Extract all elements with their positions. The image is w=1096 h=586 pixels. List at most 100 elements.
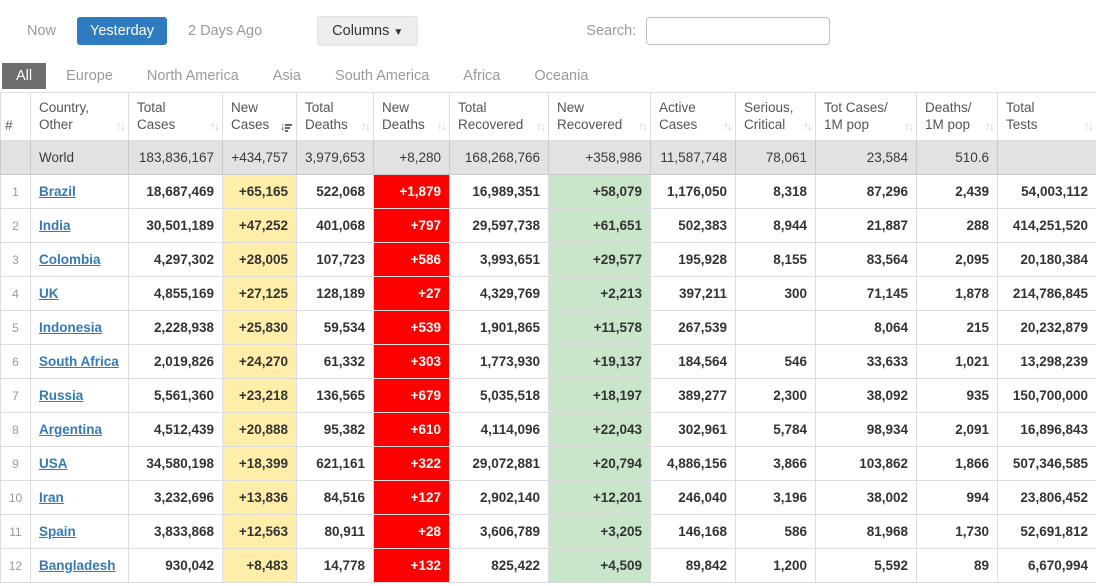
country-link[interactable]: Brazil <box>39 184 76 199</box>
cell-total_cases: 3,833,868 <box>129 515 223 549</box>
cell-active_cases: 4,886,156 <box>651 447 736 481</box>
country-link[interactable]: Argentina <box>39 422 102 437</box>
cell-new_cases: +20,888 <box>223 413 297 447</box>
cell-total_tests: 52,691,812 <box>998 515 1096 549</box>
column-header-new_deaths[interactable]: NewDeaths↑↓ <box>374 93 450 141</box>
cell-serious_critical: 3,196 <box>736 481 816 515</box>
column-header-cases_per_1m[interactable]: Tot Cases/1M pop↑↓ <box>816 93 917 141</box>
cell-total_recovered: 4,114,096 <box>450 413 549 447</box>
sort-icon[interactable]: ↑↓ <box>985 120 993 132</box>
time-filter-2-days-ago[interactable]: 2 Days Ago <box>175 17 275 45</box>
column-header-deaths_per_1m[interactable]: Deaths/1M pop↑↓ <box>917 93 998 141</box>
sort-desc-active-icon[interactable]: ↓ <box>280 120 292 132</box>
cell-active_cases: 146,168 <box>651 515 736 549</box>
country-link[interactable]: UK <box>39 286 59 301</box>
cell-new_recovered: +58,079 <box>549 175 651 209</box>
cell-new_recovered: +22,043 <box>549 413 651 447</box>
search-input[interactable] <box>646 17 830 45</box>
cell-total_cases: 30,501,189 <box>129 209 223 243</box>
table-row: 4UK4,855,169+27,125128,189+274,329,769+2… <box>1 277 1096 311</box>
cell-active_cases: 1,176,050 <box>651 175 736 209</box>
column-header-country[interactable]: Country,Other↑↓ <box>31 93 129 141</box>
country-link[interactable]: Russia <box>39 388 83 403</box>
cell-total_tests: 16,896,843 <box>998 413 1096 447</box>
sort-icon[interactable]: ↑↓ <box>210 120 218 132</box>
cell-new_cases: +18,399 <box>223 447 297 481</box>
cell-serious_critical: 586 <box>736 515 816 549</box>
cell-new_recovered: +11,578 <box>549 311 651 345</box>
cell-serious_critical: 300 <box>736 277 816 311</box>
sort-icon[interactable]: ↑↓ <box>116 120 124 132</box>
table-row: 9USA34,580,198+18,399621,161+32229,072,8… <box>1 447 1096 481</box>
tab-asia[interactable]: Asia <box>259 63 315 89</box>
cell-active_cases: 89,842 <box>651 549 736 583</box>
cell-total_deaths: 14,778 <box>297 549 374 583</box>
cell-rank: 1 <box>1 175 31 209</box>
sort-icon[interactable]: ↑↓ <box>904 120 912 132</box>
sort-icon[interactable]: ↑↓ <box>638 120 646 132</box>
country-link[interactable]: Iran <box>39 490 64 505</box>
cell-new_deaths: +679 <box>374 379 450 413</box>
tab-europe[interactable]: Europe <box>52 63 127 89</box>
cell-new_recovered: +19,137 <box>549 345 651 379</box>
cell-new_deaths: +797 <box>374 209 450 243</box>
sort-icon[interactable]: ↑↓ <box>361 120 369 132</box>
cell-cases_per_1m: 38,002 <box>816 481 917 515</box>
column-header-new_recovered[interactable]: NewRecovered↑↓ <box>549 93 651 141</box>
cell-total_deaths: 621,161 <box>297 447 374 481</box>
cell-rank: 7 <box>1 379 31 413</box>
cell-total_recovered: 4,329,769 <box>450 277 549 311</box>
tab-all[interactable]: All <box>2 63 46 89</box>
cell-total_tests: 414,251,520 <box>998 209 1096 243</box>
sort-icon[interactable]: ↑↓ <box>1084 120 1092 132</box>
cell-new_deaths: +132 <box>374 549 450 583</box>
column-header-active_cases[interactable]: ActiveCases↑↓ <box>651 93 736 141</box>
country-link[interactable]: South Africa <box>39 354 119 369</box>
column-header-total_deaths[interactable]: TotalDeaths↑↓ <box>297 93 374 141</box>
country-link[interactable]: Indonesia <box>39 320 102 335</box>
country-link[interactable]: Spain <box>39 524 76 539</box>
cell-deaths_per_1m: 1,878 <box>917 277 998 311</box>
country-link[interactable]: Colombia <box>39 252 101 267</box>
column-header-total_tests[interactable]: TotalTests↑↓ <box>998 93 1096 141</box>
cell-total_tests <box>998 141 1096 175</box>
cell-total_recovered: 3,606,789 <box>450 515 549 549</box>
cell-new_recovered: +20,794 <box>549 447 651 481</box>
cell-deaths_per_1m: 510.6 <box>917 141 998 175</box>
cell-deaths_per_1m: 1,021 <box>917 345 998 379</box>
sort-icon[interactable]: ↑↓ <box>803 120 811 132</box>
cell-total_deaths: 107,723 <box>297 243 374 277</box>
columns-dropdown-button[interactable]: Columns▼ <box>317 16 418 46</box>
cell-new_cases: +47,252 <box>223 209 297 243</box>
time-filter-yesterday[interactable]: Yesterday <box>77 17 167 45</box>
cell-new_deaths: +28 <box>374 515 450 549</box>
tab-africa[interactable]: Africa <box>449 63 514 89</box>
cell-country: Spain <box>31 515 129 549</box>
cell-new_cases: +27,125 <box>223 277 297 311</box>
country-link[interactable]: India <box>39 218 71 233</box>
cell-cases_per_1m: 38,092 <box>816 379 917 413</box>
cell-new_deaths: +586 <box>374 243 450 277</box>
country-link[interactable]: USA <box>39 456 68 471</box>
table-row: 11Spain3,833,868+12,56380,911+283,606,78… <box>1 515 1096 549</box>
country-link[interactable]: Bangladesh <box>39 558 116 573</box>
time-filter-now[interactable]: Now <box>14 17 69 45</box>
column-header-serious_critical[interactable]: Serious,Critical↑↓ <box>736 93 816 141</box>
cell-active_cases: 184,564 <box>651 345 736 379</box>
tab-south-america[interactable]: South America <box>321 63 443 89</box>
sort-icon[interactable]: ↑↓ <box>723 120 731 132</box>
cell-active_cases: 11,587,748 <box>651 141 736 175</box>
cell-new_cases: +13,836 <box>223 481 297 515</box>
tab-north-america[interactable]: North America <box>133 63 253 89</box>
column-header-total_cases[interactable]: TotalCases↑↓ <box>129 93 223 141</box>
region-tabs: AllEuropeNorth AmericaAsiaSouth AmericaA… <box>2 62 1096 90</box>
cell-total_deaths: 95,382 <box>297 413 374 447</box>
column-header-new_cases[interactable]: NewCases↓ <box>223 93 297 141</box>
cell-rank: 4 <box>1 277 31 311</box>
tab-oceania[interactable]: Oceania <box>520 63 602 89</box>
cell-total_tests: 214,786,845 <box>998 277 1096 311</box>
sort-icon[interactable]: ↑↓ <box>536 120 544 132</box>
column-header-total_recovered[interactable]: TotalRecovered↑↓ <box>450 93 549 141</box>
sort-icon[interactable]: ↑↓ <box>437 120 445 132</box>
cell-country: South Africa <box>31 345 129 379</box>
